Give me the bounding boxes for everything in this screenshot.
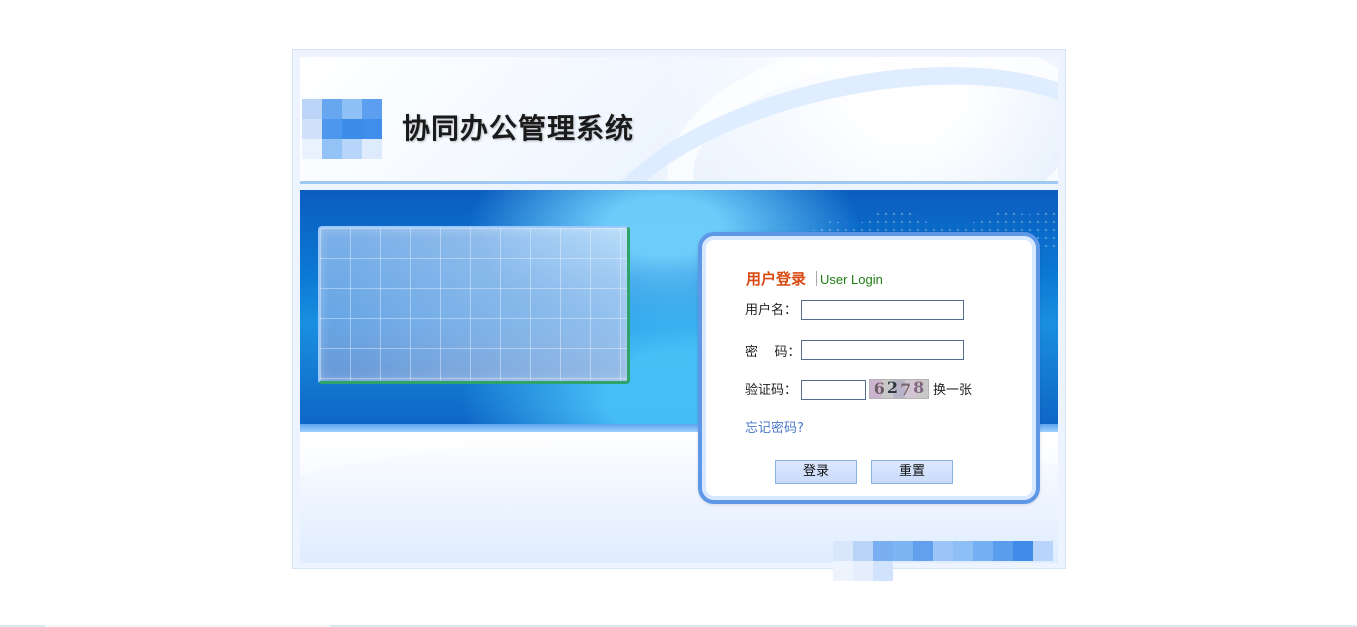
- reset-button[interactable]: 重置: [871, 460, 953, 484]
- header-banner: 协同办公管理系统: [300, 57, 1058, 184]
- captcha-input[interactable]: [801, 380, 866, 400]
- logo-icon: [302, 99, 384, 161]
- screen-glow: [320, 228, 627, 381]
- captcha-char: 7: [900, 380, 912, 399]
- login-title-english: User Login: [820, 272, 883, 287]
- captcha-char: 8: [913, 379, 925, 397]
- username-input[interactable]: [801, 300, 964, 320]
- login-window: 协同办公管理系统 用户登录 User Login 用户名： 密 码： 验证码： …: [292, 49, 1066, 569]
- page-title: 协同办公管理系统: [402, 112, 635, 145]
- captcha-image[interactable]: 6 2 7 8: [869, 379, 929, 399]
- refresh-captcha-link[interactable]: 换一张: [933, 384, 972, 397]
- username-label: 用户名：: [745, 303, 798, 318]
- screen-illustration: [318, 226, 630, 384]
- login-card: 用户登录 User Login 用户名： 密 码： 验证码： 6 2 7 8 换…: [698, 232, 1040, 504]
- login-page: 协同办公管理系统 用户登录 User Login 用户名： 密 码： 验证码： …: [0, 0, 1357, 627]
- captcha-char: 2: [886, 379, 898, 397]
- footer-logo-icon: [833, 521, 1067, 581]
- login-title-chinese: 用户登录: [746, 270, 807, 288]
- login-title-divider: [816, 271, 817, 286]
- captcha-label: 验证码：: [745, 383, 798, 398]
- password-input[interactable]: [801, 340, 964, 360]
- login-button[interactable]: 登录: [775, 460, 857, 484]
- password-label: 密 码：: [745, 345, 801, 360]
- forgot-password-link[interactable]: 忘记密码?: [745, 422, 804, 435]
- captcha-char: 6: [873, 379, 885, 398]
